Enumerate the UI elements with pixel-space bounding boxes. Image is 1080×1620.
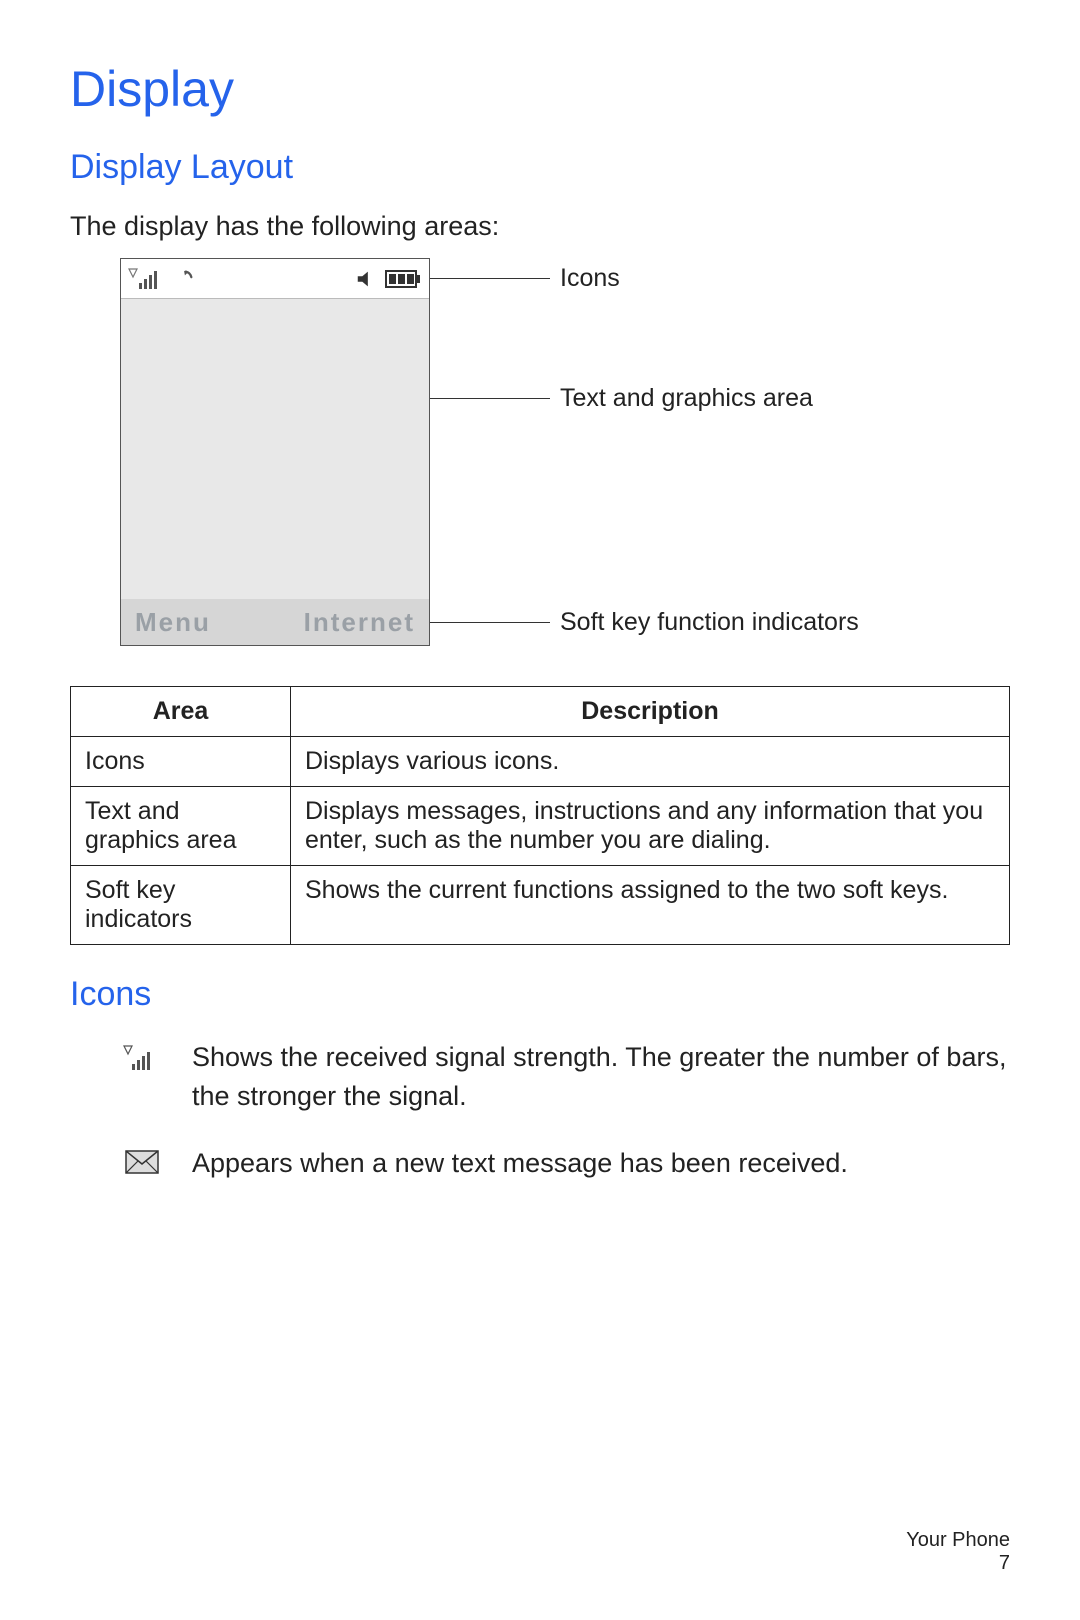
message-icon (125, 1150, 159, 1174)
table-cell-description: Shows the current functions assigned to … (291, 866, 1010, 945)
phone-text-graphics-area (121, 299, 429, 599)
call-icon (173, 268, 195, 290)
callout-text-area: Text and graphics area (560, 384, 813, 413)
legend-text: Appears when a new text message has been… (192, 1144, 848, 1183)
table-cell-description: Displays messages, instructions and any … (291, 787, 1010, 866)
table-cell-area: Soft key indicators (71, 866, 291, 945)
legend-text: Shows the received signal strength. The … (192, 1038, 1010, 1116)
table-row: Icons Displays various icons. (71, 737, 1010, 787)
legend-row: Appears when a new text message has been… (120, 1144, 1010, 1183)
softkey-left: Menu (135, 607, 211, 638)
table-header-area: Area (71, 687, 291, 737)
intro-text: The display has the following areas: (70, 211, 1010, 242)
battery-icon (383, 268, 423, 290)
page-title: Display (70, 60, 1010, 118)
signal-icon (122, 1044, 162, 1072)
phone-icon-bar (121, 259, 429, 299)
table-cell-area: Icons (71, 737, 291, 787)
table-header-description: Description (291, 687, 1010, 737)
callout-icons: Icons (560, 264, 620, 293)
table-row: Soft key indicators Shows the current fu… (71, 866, 1010, 945)
speaker-icon (355, 268, 377, 290)
phone-screen: Menu Internet (120, 258, 430, 646)
table-cell-area: Text and graphics area (71, 787, 291, 866)
table-row: Text and graphics area Displays messages… (71, 787, 1010, 866)
icon-legend: Shows the received signal strength. The … (120, 1038, 1010, 1183)
phone-softkey-bar: Menu Internet (121, 599, 429, 645)
areas-table: Area Description Icons Displays various … (70, 686, 1010, 945)
legend-row: Shows the received signal strength. The … (120, 1038, 1010, 1116)
softkey-right: Internet (304, 607, 415, 638)
footer-page-number: 7 (906, 1552, 1010, 1575)
subsection-display-layout: Display Layout (70, 148, 1010, 187)
table-header-row: Area Description (71, 687, 1010, 737)
page-footer: Your Phone 7 (906, 1529, 1010, 1575)
signal-icon (127, 267, 167, 291)
footer-section: Your Phone (906, 1529, 1010, 1552)
subsection-icons: Icons (70, 975, 1010, 1014)
callout-softkeys: Soft key function indicators (560, 608, 859, 637)
table-cell-description: Displays various icons. (291, 737, 1010, 787)
phone-diagram: Menu Internet Icons Text and graphics ar… (120, 258, 1010, 646)
